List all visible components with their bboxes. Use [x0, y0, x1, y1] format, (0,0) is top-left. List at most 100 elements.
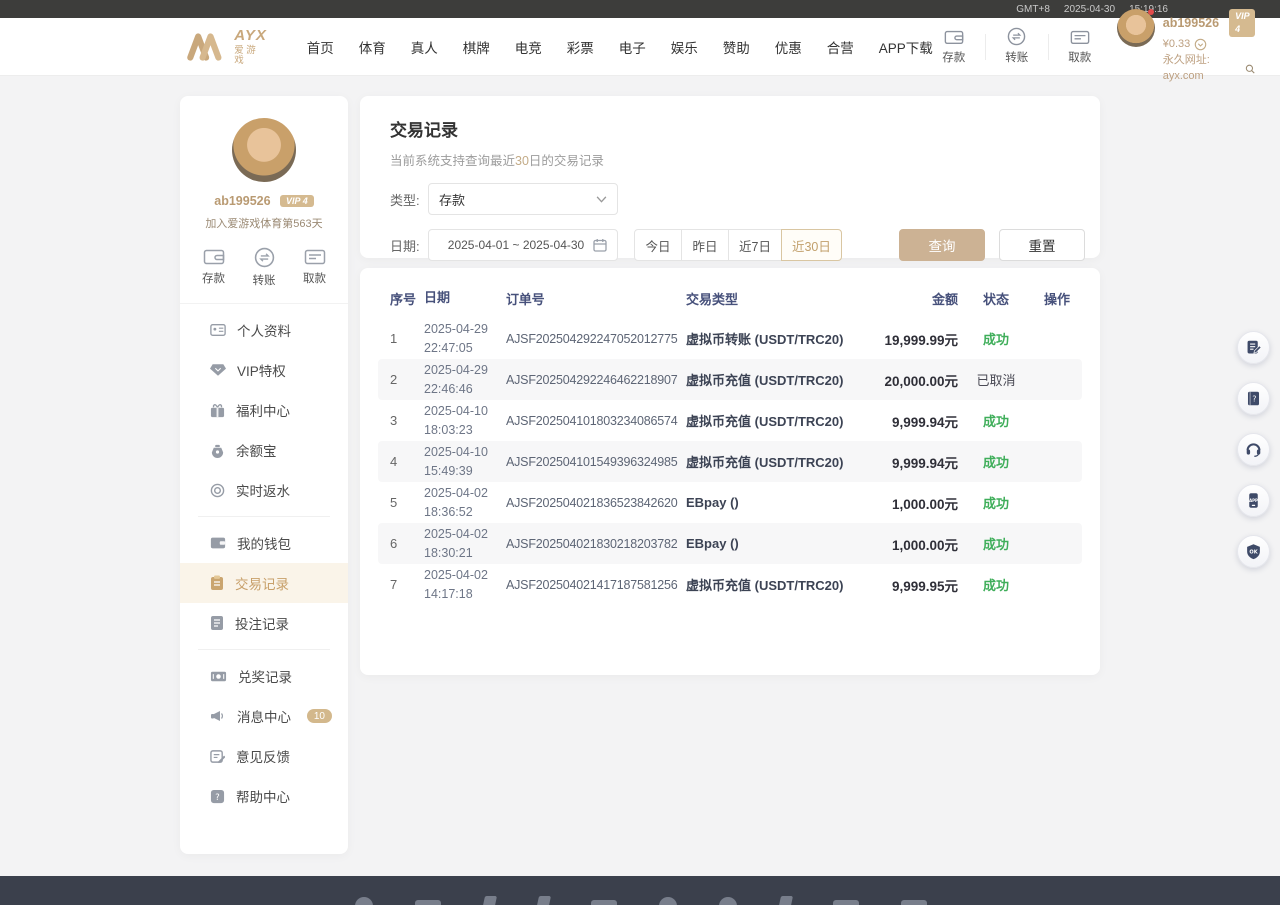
- survey-float-button[interactable]: [1237, 331, 1270, 364]
- app-float-button[interactable]: APP: [1237, 484, 1270, 517]
- prize-banknote-icon: [210, 670, 227, 683]
- withdraw-button[interactable]: 取款: [1059, 28, 1101, 66]
- range-30days-button[interactable]: 近30日: [781, 229, 842, 261]
- status-badge: 成功: [958, 575, 1034, 594]
- nav-esports[interactable]: 电竞: [515, 37, 542, 57]
- col-date: 日期: [424, 288, 506, 308]
- col-action: 操作: [1034, 289, 1070, 308]
- sidebar-withdraw-button[interactable]: 取款: [303, 247, 326, 289]
- transfer-icon: [254, 247, 275, 268]
- nav-partner[interactable]: 合营: [827, 37, 854, 57]
- avatar[interactable]: [1117, 9, 1155, 47]
- profile-avatar[interactable]: [232, 118, 296, 182]
- cell-amount: 9,999.94元: [846, 452, 958, 472]
- sidebar-item-label: 实时返水: [236, 480, 290, 500]
- sidebar-item-label: 意见反馈: [236, 746, 290, 766]
- wallet-icon: [203, 247, 225, 266]
- sidebar-deposit-button[interactable]: 存款: [202, 247, 225, 289]
- deposit-button[interactable]: 存款: [933, 28, 975, 66]
- nav-app-download[interactable]: APP下载: [879, 37, 933, 57]
- range-7days-button[interactable]: 近7日: [728, 229, 782, 261]
- header-quick-actions: 存款 转账 取款: [933, 27, 1101, 66]
- partner-logo: [659, 897, 677, 905]
- range-yesterday-button[interactable]: 昨日: [681, 229, 729, 261]
- cell-date: 2025-04-0214:17:18: [424, 566, 506, 604]
- filter-card: 交易记录 当前系统支持查询最近30日的交易记录 类型: 存款 日期: 2025-…: [360, 96, 1100, 258]
- sidebar-item-prize-records[interactable]: 兑奖记录: [180, 656, 348, 696]
- id-card-icon: [210, 323, 226, 337]
- partner-logo: [535, 896, 551, 905]
- nav-lottery[interactable]: 彩票: [567, 37, 594, 57]
- sidebar-item-label: 投注记录: [235, 613, 289, 633]
- brand-logo[interactable]: AYX 爱游戏: [185, 28, 269, 65]
- sidebar-item-label: 帮助中心: [236, 786, 290, 806]
- reset-button[interactable]: 重置: [999, 229, 1085, 261]
- sidebar-item-bet-records[interactable]: 投注记录: [180, 603, 348, 643]
- sidebar-item-feedback[interactable]: 意见反馈: [180, 736, 348, 776]
- divider: [1048, 34, 1049, 60]
- sidebar-item-welfare[interactable]: 福利中心: [180, 390, 348, 430]
- cell-date: 2025-04-2922:47:05: [424, 320, 506, 358]
- magnifier-icon[interactable]: [1245, 63, 1255, 75]
- sidebar-item-rebate[interactable]: 实时返水: [180, 470, 348, 510]
- nav-promo[interactable]: 优惠: [775, 37, 802, 57]
- security-ok-icon: OK: [1245, 543, 1262, 560]
- feedback-icon: [210, 749, 225, 764]
- partner-logo: [591, 900, 617, 905]
- help-icon: ?: [210, 789, 225, 804]
- partner-logo: [481, 896, 497, 905]
- sidebar-transfer-button[interactable]: 转账: [253, 247, 276, 289]
- verify-float-button[interactable]: OK: [1237, 535, 1270, 568]
- sidebar-item-help[interactable]: ? 帮助中心: [180, 776, 348, 816]
- cell-type: 虚拟币充值 (USDT/TRC20): [686, 411, 846, 430]
- service-float-button[interactable]: [1237, 433, 1270, 466]
- permanent-url: 永久网址: ayx.com: [1163, 53, 1241, 85]
- nav-sponsor[interactable]: 赞助: [723, 37, 750, 57]
- survey-icon: [1245, 339, 1262, 356]
- gift-icon: [210, 403, 225, 418]
- partner-logo: [777, 896, 793, 905]
- sidebar-item-label: 兑奖记录: [238, 666, 292, 686]
- sidebar-item-profile[interactable]: 个人资料: [180, 310, 348, 350]
- refresh-balance-icon[interactable]: [1194, 38, 1207, 51]
- sidebar-item-vip[interactable]: VIP特权: [180, 350, 348, 390]
- search-button[interactable]: 查询: [899, 229, 985, 261]
- nav-entertainment[interactable]: 娱乐: [671, 37, 698, 57]
- megaphone-icon: [210, 709, 226, 724]
- nav-boardgames[interactable]: 棋牌: [463, 37, 490, 57]
- nav-slots[interactable]: 电子: [619, 37, 646, 57]
- type-select[interactable]: 存款: [428, 183, 618, 215]
- col-order: 订单号: [506, 289, 686, 308]
- profile-username: ab199526: [214, 194, 270, 208]
- cell-order: AJSF202504292247052012775: [506, 332, 686, 346]
- nav-home[interactable]: 首页: [307, 37, 334, 57]
- date-range-value: 2025-04-01 ~ 2025-04-30: [439, 238, 593, 252]
- faq-float-button[interactable]: ?: [1237, 382, 1270, 415]
- withdraw-label: 取款: [1068, 52, 1091, 64]
- sidebar-item-yuebao[interactable]: 余额宝: [180, 430, 348, 470]
- sidebar-item-transactions[interactable]: 交易记录: [180, 563, 348, 603]
- status-badge: 成功: [958, 329, 1034, 348]
- rebate-target-icon: [210, 483, 225, 498]
- sidebar-item-label: 我的钱包: [237, 533, 291, 553]
- svg-text:?: ?: [215, 791, 219, 801]
- date-filter-row: 日期: 2025-04-01 ~ 2025-04-30 今日 昨日 近7日 近3…: [390, 229, 1070, 261]
- deposit-label: 存款: [942, 52, 965, 64]
- vip-diamond-icon: [210, 363, 226, 377]
- transfer-button[interactable]: 转账: [996, 27, 1038, 66]
- nav-live[interactable]: 真人: [411, 37, 438, 57]
- sidebar-item-label: VIP特权: [237, 360, 286, 380]
- date-range-input[interactable]: 2025-04-01 ~ 2025-04-30: [428, 229, 618, 261]
- faq-book-icon: ?: [1245, 390, 1262, 407]
- header-right: 存款 转账 取款 ab199526 VIP 4 ¥0.33: [933, 9, 1256, 85]
- user-block[interactable]: ab199526 VIP 4 ¥0.33 永久网址: ayx.com: [1117, 9, 1256, 85]
- cell-amount: 19,999.99元: [846, 329, 958, 349]
- cell-no: 6: [390, 536, 424, 551]
- table-row: 2 2025-04-2922:46:46 AJSF202504292246462…: [378, 359, 1082, 400]
- sidebar-item-messages[interactable]: 消息中心 10: [180, 696, 348, 736]
- range-today-button[interactable]: 今日: [634, 229, 682, 261]
- status-badge: 成功: [958, 411, 1034, 430]
- sidebar-item-wallet[interactable]: 我的钱包: [180, 523, 348, 563]
- nav-sports[interactable]: 体育: [359, 37, 386, 57]
- partner-logo: [415, 900, 441, 905]
